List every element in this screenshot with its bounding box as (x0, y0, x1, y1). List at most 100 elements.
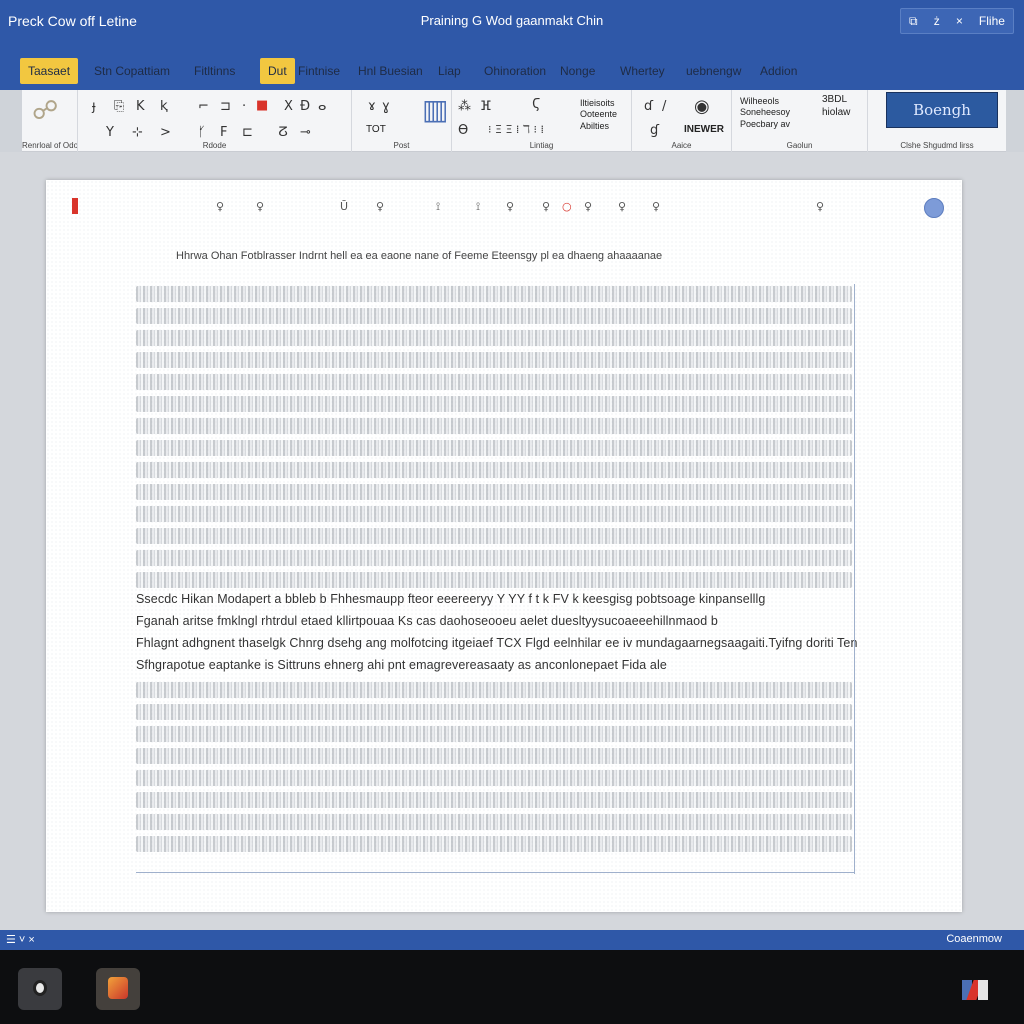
text-line (136, 506, 852, 522)
format-icon[interactable]: ⊹ (132, 126, 143, 139)
align-icon[interactable]: ⊐ (220, 100, 231, 113)
highlight-icon[interactable]: ■ (256, 99, 268, 112)
document-page[interactable]: ♀ ♀ Ū ♀ ⟟ ⟟ ♀ ♀ ○ ♀ ♀ ♀ ♀ Hhrwa Ohan Fot… (46, 180, 962, 912)
paragraph-line: Sfhgrapotue eaptanke is Sittruns ehnerg … (136, 658, 667, 672)
text-line (136, 726, 852, 742)
ribbon-text[interactable]: TOT (366, 124, 386, 137)
ribbon-text[interactable]: Wilheeols Soneheesoy Poecbary av (740, 96, 790, 130)
format-icon[interactable]: ɠ (650, 124, 659, 137)
ribbon-text[interactable]: Iltieisoits Ooteente Abilties (580, 98, 617, 132)
tab-taasaet[interactable]: Taasaet (20, 58, 79, 84)
document-title: Praining G Wod gaanmakt Chin (420, 13, 604, 28)
format-icon[interactable]: ⊸ (300, 126, 311, 139)
ruler-tab-icon[interactable]: ♀ (542, 200, 550, 213)
paste-icon[interactable]: ☍ (32, 98, 58, 124)
text-line (136, 308, 852, 324)
ruler-tab-icon[interactable]: ♀ (506, 200, 514, 213)
tab-stn-copattiam[interactable]: Stn Copattiam (86, 58, 178, 84)
format-icon[interactable]: > (160, 126, 171, 139)
ruler-tab-icon[interactable]: ♀ (256, 200, 264, 213)
ruler-tab-icon[interactable]: ⟟ (436, 200, 440, 214)
paragraph-line: Fhlagnt adhgnent thaselgk Chnrg dsehg an… (136, 636, 858, 650)
app-icon (108, 977, 128, 999)
ribbon-group-3: ɤ ɣ ▥ TOT Post (352, 90, 452, 152)
ruler-tab-icon[interactable]: Ū (340, 200, 348, 213)
text-line (136, 770, 852, 786)
text-line (136, 550, 852, 566)
ruler-tab-icon[interactable]: ♀ (816, 200, 824, 213)
window-controls: ⧉ ż × Flihe (900, 8, 1014, 34)
ruler-tab-icon[interactable]: ♀ (376, 200, 384, 213)
format-icon[interactable]: X (284, 100, 293, 113)
status-left[interactable]: ☰ ˅ × (6, 933, 35, 946)
format-icon[interactable]: ⵒ (278, 126, 288, 139)
format-icon[interactable]: ⁝ Ξ Ξ ⁞ ℸ ⁝ ⁞ (488, 124, 544, 135)
text-line (136, 572, 852, 588)
format-icon[interactable]: Y (106, 126, 114, 139)
format-icon[interactable]: ⱪ (160, 100, 168, 113)
ribbon-text[interactable]: INEWER (684, 124, 724, 137)
text-line (136, 704, 852, 720)
format-icon[interactable]: K (136, 100, 145, 113)
text-line (136, 374, 852, 390)
text-line (136, 440, 852, 456)
format-icon[interactable]: F (220, 126, 227, 139)
tab-hnl-buesian[interactable]: Hnl Buesian (350, 58, 431, 84)
ribbon: ☍ Renrloal of Odors ɟ ⎘ K ⱪ ⌐ ⊐ · ■ X Ɖ … (22, 90, 1006, 152)
table-icon[interactable]: ▥ (422, 96, 448, 124)
ruler-tab-icon[interactable]: ♀ (618, 200, 626, 213)
close-window-icon[interactable]: × (956, 14, 963, 28)
restore-window-icon[interactable]: ⧉ (909, 14, 918, 29)
tab-addion[interactable]: Addion (752, 58, 805, 84)
format-icon[interactable]: Ϛ (532, 98, 540, 111)
ruler-tab-icon[interactable]: ♀ (584, 200, 592, 213)
brand-logo: Boengh (886, 92, 998, 128)
tab-uebnengw[interactable]: uebnengw (678, 58, 749, 84)
format-icon[interactable]: · (242, 100, 246, 113)
document-header: Hhrwa Ohan Fotblrasser Indrnt hell ea ea… (176, 250, 663, 262)
ribbon-group-label: Gaolun (786, 141, 813, 150)
window-label[interactable]: Flihe (979, 14, 1005, 28)
ruler-tab-icon[interactable]: ♀ (216, 200, 224, 213)
format-icon[interactable]: ɟ (92, 100, 96, 113)
globe-icon[interactable] (924, 198, 944, 218)
tab-ohinoration[interactable]: Ohinoration (476, 58, 554, 84)
format-icon[interactable]: ɣ (382, 100, 390, 113)
format-icon[interactable]: ɗ (644, 100, 653, 113)
ruler-tab-icon[interactable]: ⟟ (476, 200, 480, 214)
ribbon-text[interactable]: 3BDL hiolaw (822, 94, 850, 119)
minimize-window-icon[interactable]: ż (934, 14, 940, 28)
format-icon[interactable]: ɤ (368, 100, 376, 113)
ribbon-group-6: Wilheeols Soneheesoy Poecbary av 3BDL hi… (732, 90, 868, 152)
tab-fitltinns[interactable]: Fitltinns (186, 58, 243, 84)
document-area: ♀ ♀ Ū ♀ ⟟ ⟟ ♀ ♀ ○ ♀ ♀ ♀ ♀ Hhrwa Ohan Fot… (0, 152, 1024, 930)
format-icon[interactable]: ⴼ (480, 100, 491, 113)
clipboard-icon[interactable]: ⎘ (114, 100, 124, 113)
format-icon[interactable]: ⁂ (458, 100, 471, 113)
format-icon[interactable]: / (662, 100, 666, 113)
ruler-indent-icon[interactable]: ○ (562, 200, 572, 213)
format-icon[interactable]: Ɖ (300, 100, 310, 113)
tab-nonge[interactable]: Nonge (552, 58, 603, 84)
tab-whertey[interactable]: Whertey (612, 58, 673, 84)
ruler-tab-icon[interactable]: ♀ (652, 200, 660, 213)
taskbar-app-button[interactable] (96, 968, 140, 1010)
tray-icon[interactable] (962, 978, 988, 1002)
tab-liap[interactable]: Liap (430, 58, 469, 84)
status-zoom[interactable]: Coaenmow (946, 933, 1002, 945)
format-icon[interactable]: ᚶ (198, 126, 206, 139)
ribbon-group-2: ɟ ⎘ K ⱪ ⌐ ⊐ · ■ X Ɖ ⴰ Y ⊹ > ᚶ F ⊏ ⵒ ⊸ Rd… (78, 90, 352, 152)
text-line (136, 352, 852, 368)
format-icon[interactable]: ⊏ (242, 126, 253, 139)
format-icon[interactable]: ⴰ (318, 100, 326, 113)
tab-fintnise[interactable]: Fintnise (290, 58, 348, 84)
shape-icon[interactable]: ◉ (694, 98, 710, 116)
ribbon-group-4: ⁂ ⴼ Ϛ ϴ ⁝ Ξ Ξ ⁞ ℸ ⁝ ⁞ Iltieisoits Ooteen… (452, 90, 632, 152)
text-line (136, 418, 852, 434)
title-bar: Preck Cow off Letine Praining G Wod gaan… (0, 0, 1024, 44)
format-icon[interactable]: ϴ (458, 124, 468, 137)
ribbon-group-1: ☍ Renrloal of Odors (22, 90, 78, 152)
taskbar-app-button[interactable] (18, 968, 62, 1010)
ribbon-group-label: Renrloal of Odors (22, 141, 77, 150)
align-icon[interactable]: ⌐ (198, 100, 209, 113)
